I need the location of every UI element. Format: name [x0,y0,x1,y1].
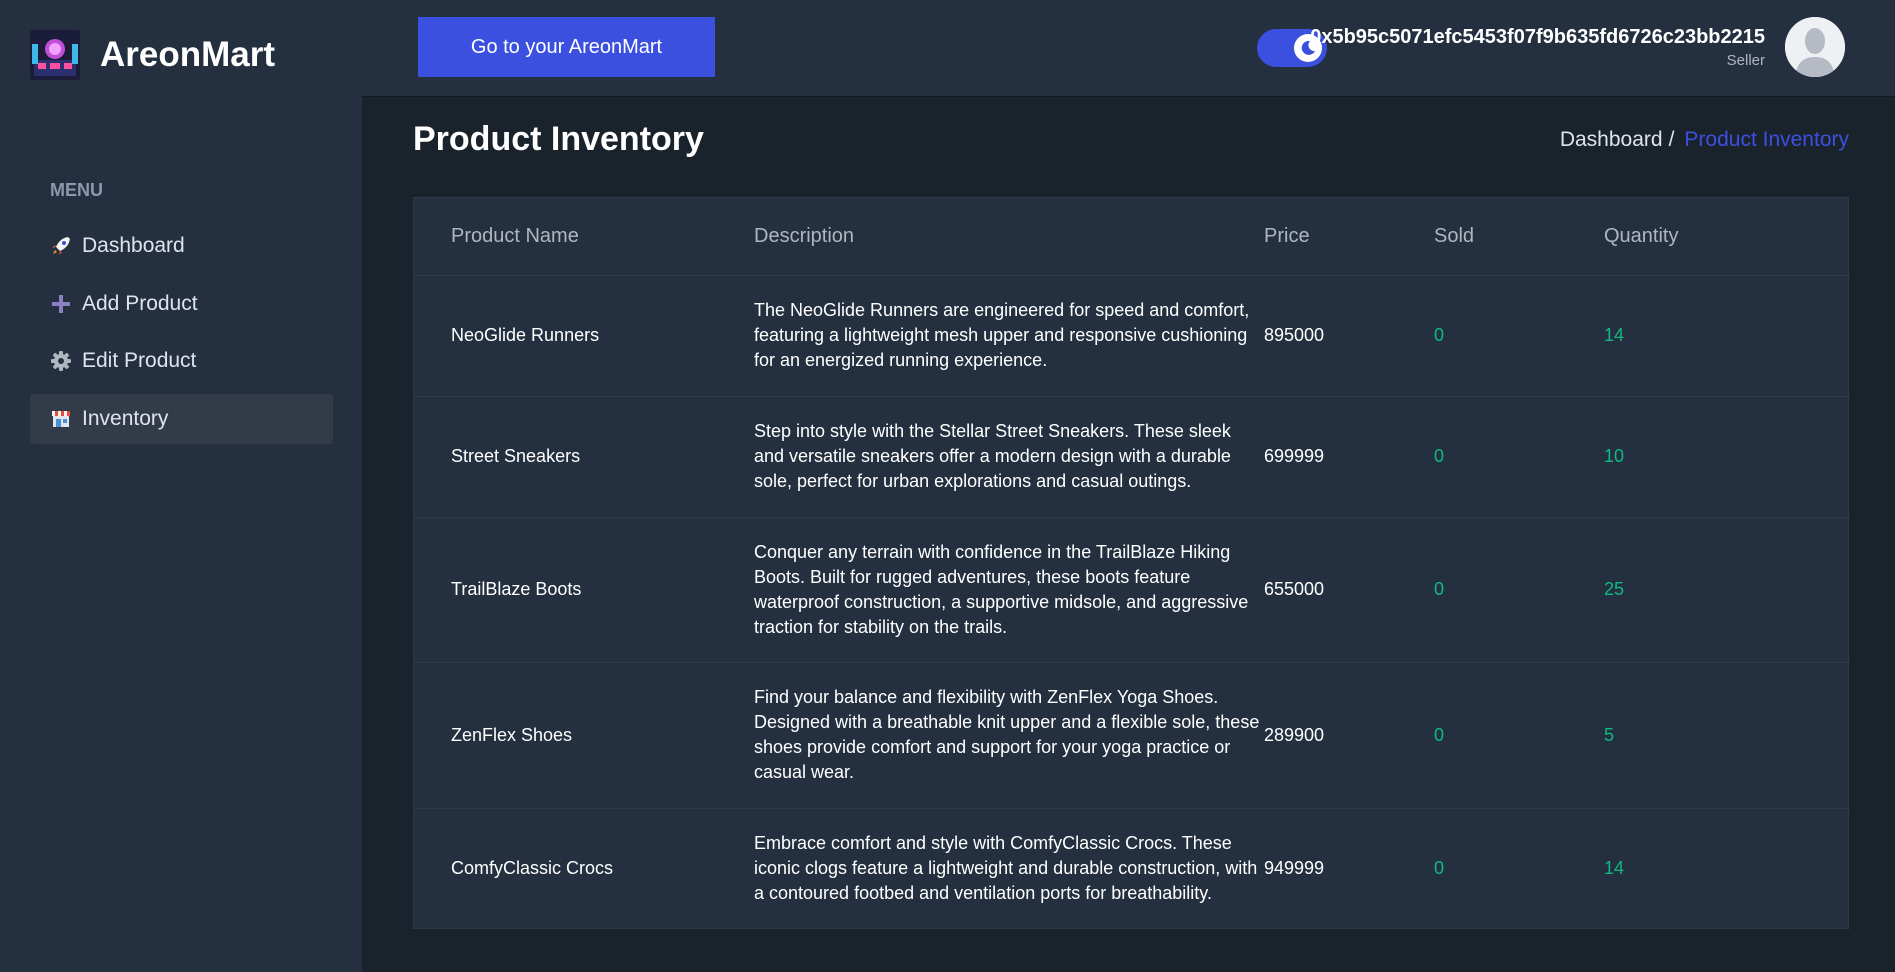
sidebar-item-label: Add Product [82,292,198,315]
brand-name: AreonMart [100,35,276,74]
product-name-cell: TrailBlaze Boots [414,517,754,663]
description-cell: Embrace comfort and style with ComfyClas… [754,833,1258,904]
table-row: ComfyClassic Crocs Embrace comfort and s… [414,808,1850,929]
table-row: Street Sneakers Step into style with the… [414,396,1850,518]
plus-icon [50,293,72,315]
product-name-cell: Street Sneakers [414,396,754,518]
sidebar-item-label: Edit Product [82,349,197,372]
description-cell: Find your balance and flexibility with Z… [754,662,1264,809]
price-cell: 949999 [1264,858,1325,879]
page-title: Product Inventory [413,120,704,158]
quantity-cell: 5 [1604,662,1850,809]
sidebar-item-dashboard[interactable]: Dashboard [30,221,333,271]
column-header-quantity: Quantity [1604,198,1850,276]
product-name-cell: ComfyClassic Crocs [451,858,614,879]
quantity-cell: 14 [1604,858,1625,879]
table-row: TrailBlaze Boots Conquer any terrain wit… [414,517,1850,663]
sold-cell: 0 [1434,275,1604,397]
column-header-description: Description [754,198,1264,276]
product-name-cell: ZenFlex Shoes [414,662,754,809]
column-header-price: Price [1264,198,1434,276]
sold-cell: 0 [1434,858,1445,879]
brand[interactable]: AreonMart [30,30,275,80]
quantity-cell: 25 [1604,517,1850,663]
description-cell: The NeoGlide Runners are engineered for … [754,275,1264,397]
user-address: 0x5b95c5071efc5453f07f9b635fd6726c23bb22… [1310,26,1765,48]
breadcrumb-separator: / [1668,128,1675,151]
quantity-cell: 14 [1604,275,1850,397]
table-row: NeoGlide Runners The NeoGlide Runners ar… [414,275,1850,397]
description-cell: Step into style with the Stellar Street … [754,396,1264,518]
description-cell: Conquer any terrain with confidence in t… [754,517,1264,663]
sold-cell: 0 [1434,396,1604,518]
quantity-cell: 10 [1604,396,1850,518]
top-header: AreonMart Go to your AreonMart 0x5b95c50… [0,0,1895,96]
price-cell: 895000 [1264,275,1434,397]
brand-logo-icon [30,30,80,80]
product-name-cell: NeoGlide Runners [414,275,754,397]
user-info[interactable]: 0x5b95c5071efc5453f07f9b635fd6726c23bb22… [1310,26,1765,69]
column-header-product-name: Product Name [414,198,754,276]
avatar[interactable] [1785,17,1845,77]
breadcrumb: Dashboard / Product Inventory [1560,128,1849,152]
rocket-icon [50,235,72,257]
table-row: ZenFlex Shoes Find your balance and flex… [414,662,1850,809]
sidebar-item-add-product[interactable]: Add Product [30,279,333,329]
user-role: Seller [1726,52,1765,69]
go-to-store-button[interactable]: Go to your AreonMart [418,17,715,77]
sidebar-item-inventory[interactable]: Inventory [30,394,333,444]
breadcrumb-current: Product Inventory [1684,128,1849,151]
price-cell: 699999 [1264,396,1434,518]
sold-cell: 0 [1434,662,1604,809]
store-icon [50,408,72,430]
column-header-sold: Sold [1434,198,1604,276]
menu-title: MENU [50,180,103,200]
gear-icon [50,350,72,372]
sidebar-item-label: Inventory [82,407,169,430]
sidebar: MENU Dashboard Add Product Edit Product … [0,96,362,972]
price-cell: 289900 [1264,662,1434,809]
sold-cell: 0 [1434,517,1604,663]
table-header-row: Product Name Description Price Sold Quan… [414,198,1850,276]
sidebar-item-label: Dashboard [82,234,185,257]
sidebar-item-edit-product[interactable]: Edit Product [30,336,333,386]
inventory-table: Product Name Description Price Sold Quan… [413,197,1850,929]
breadcrumb-home-link[interactable]: Dashboard [1560,128,1663,152]
price-cell: 655000 [1264,517,1434,663]
